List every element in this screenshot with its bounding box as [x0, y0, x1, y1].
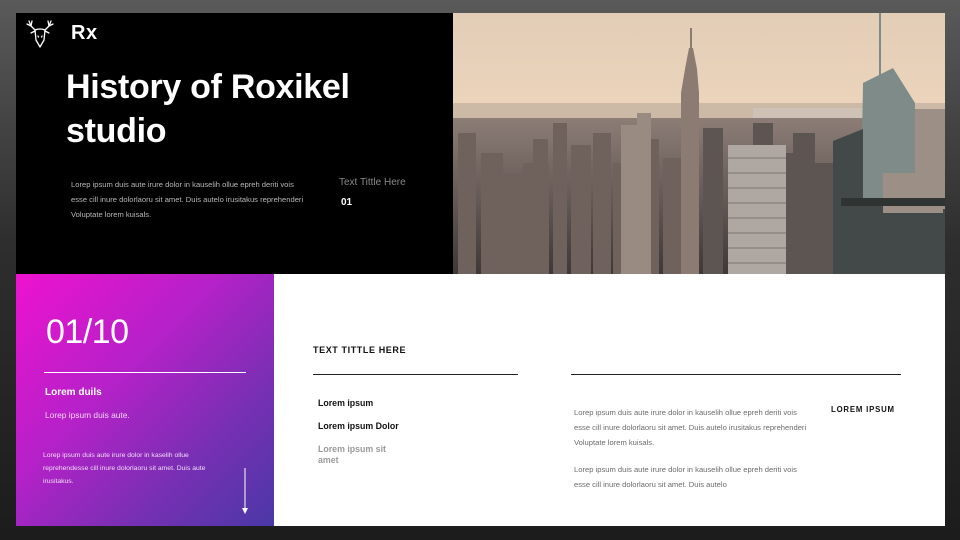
paragraph: Lorep ipsum duis aute irure dolor in kau…: [574, 465, 797, 489]
panel-heading: Lorem duils: [45, 387, 102, 398]
panel-subheading: Lorep ipsum duis aute.: [45, 410, 130, 420]
slide-counter: 01/10: [46, 313, 129, 351]
section-title: TEXT TITTLE HERE: [313, 345, 407, 355]
divider: [44, 372, 246, 373]
side-title: Text Tittle Here: [339, 177, 406, 188]
divider: [313, 374, 518, 375]
list-item: Lorem ipsum Dolor: [318, 421, 399, 431]
side-number: 01: [341, 197, 353, 208]
brand-name: Rx: [71, 22, 98, 44]
list-item: Lorem ipsum: [318, 398, 374, 408]
city-skyline-photo: [453, 13, 945, 274]
intro-text: Lorep ipsum duis aute irure dolor in kau…: [71, 180, 304, 219]
arrow-down-icon[interactable]: [238, 466, 252, 516]
page-title: History of Roxikel studio: [66, 68, 350, 150]
deer-head-icon: [26, 20, 54, 48]
slide: Rx History of Roxikel studio Lorep ipsum…: [16, 13, 945, 526]
panel-body: Lorep ipsum duis aute irure dolor in kas…: [43, 452, 206, 485]
paragraph: Lorep ipsum duis aute irure dolor in kau…: [574, 408, 807, 447]
column-label: LOREM IPSUM: [831, 405, 895, 414]
list-item: Lorem ipsum sit amet: [318, 444, 386, 465]
title-panel: Rx History of Roxikel studio Lorep ipsum…: [16, 13, 453, 274]
info-panel: 01/10 Lorem duils Lorep ipsum duis aute.…: [16, 274, 274, 526]
divider: [571, 374, 901, 375]
